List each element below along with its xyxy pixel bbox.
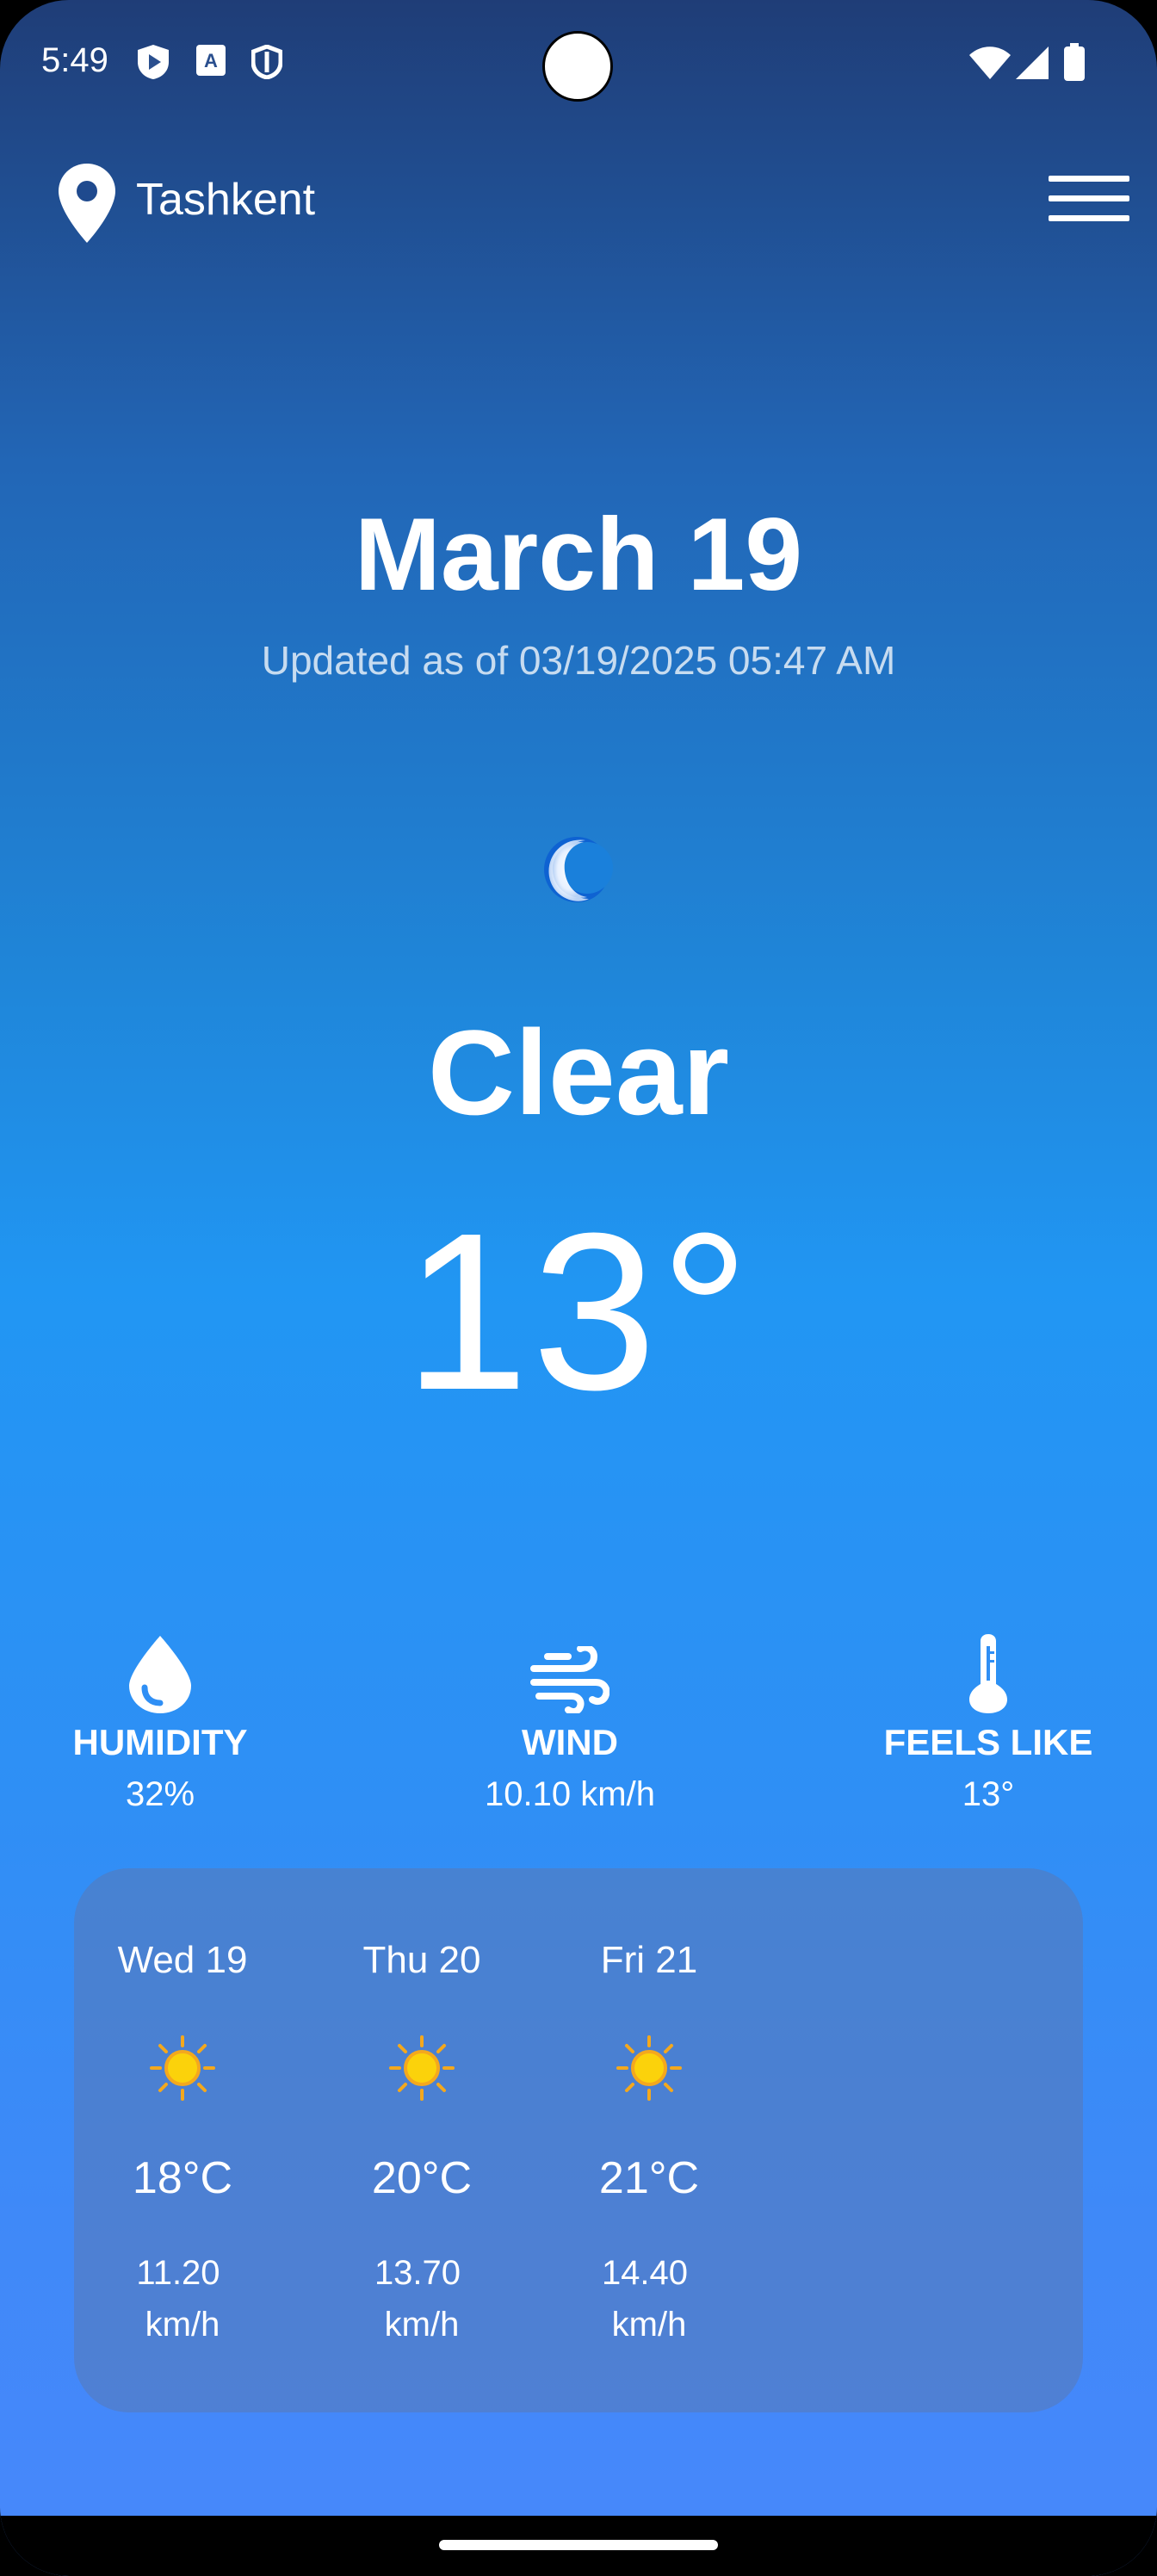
sun-icon bbox=[616, 2035, 682, 2101]
crescent-moon-icon bbox=[544, 837, 613, 902]
status-time: 5:49 bbox=[41, 41, 108, 79]
forecast-temp: 20°C bbox=[371, 2153, 473, 2203]
sun-icon bbox=[389, 2035, 455, 2101]
forecast-wind-value: 13.70 bbox=[374, 2254, 461, 2292]
forecast-wind-value: 11.20 bbox=[136, 2254, 220, 2292]
hamburger-menu-icon[interactable] bbox=[1049, 176, 1129, 226]
forecast-wind: 11.20 km/h bbox=[88, 2247, 277, 2350]
forecast-temp: 18°C bbox=[132, 2153, 233, 2203]
forecast-wind: 13.70 km/h bbox=[327, 2247, 517, 2350]
forecast-day-name: Thu 20 bbox=[362, 1939, 481, 1981]
forecast-wind-unit: km/h bbox=[611, 2306, 687, 2344]
weather-condition: Clear bbox=[427, 1005, 730, 1140]
updated-timestamp: Updated as of 03/19/2025 05:47 AM bbox=[261, 638, 896, 683]
humidity-metric: HUMIDITY 32% bbox=[31, 1632, 289, 1814]
wind-label: WIND bbox=[522, 1722, 618, 1762]
humidity-value: 32% bbox=[125, 1775, 195, 1813]
forecast-day-name: Fri 21 bbox=[600, 1939, 698, 1981]
thermometer-icon bbox=[969, 1634, 1007, 1713]
location-name[interactable]: Tashkent bbox=[136, 174, 315, 226]
signal-icon bbox=[1016, 46, 1049, 79]
forecast-wind-unit: km/h bbox=[145, 2306, 220, 2344]
feels-like-metric: FEELS LIKE 13° bbox=[859, 1632, 1117, 1814]
forecast-day-name: Wed 19 bbox=[117, 1939, 248, 1981]
play-protect-icon bbox=[138, 45, 169, 79]
wind-value: 10.10 km/h bbox=[485, 1775, 655, 1813]
wind-metric: WIND 10.10 km/h bbox=[441, 1632, 699, 1814]
wind-icon bbox=[530, 1646, 609, 1713]
home-indicator[interactable] bbox=[439, 2540, 718, 2550]
forecast-wind-value: 14.40 bbox=[601, 2254, 689, 2292]
humidity-label: HUMIDITY bbox=[72, 1722, 248, 1762]
water-drop-icon bbox=[129, 1636, 191, 1713]
feels-like-label: FEELS LIKE bbox=[883, 1722, 1093, 1762]
date-title: March 19 bbox=[354, 497, 803, 612]
battery-icon bbox=[1064, 43, 1085, 81]
svg-text:A: A bbox=[204, 50, 218, 71]
weather-screen: 5:49 A Tashkent March 19 Updated as of 0… bbox=[0, 0, 1157, 2576]
forecast-card[interactable]: Wed 19 18°C 11.20 km/h Thu 20 20°C 13.70… bbox=[74, 1868, 1083, 2412]
camera-cutout bbox=[542, 31, 613, 102]
location-pin-icon[interactable] bbox=[59, 164, 115, 243]
forecast-wind-unit: km/h bbox=[384, 2306, 460, 2344]
wifi-icon bbox=[969, 46, 1011, 79]
forecast-temp: 21°C bbox=[598, 2153, 700, 2203]
forecast-wind: 14.40 km/h bbox=[554, 2247, 744, 2350]
keyboard-a-icon: A bbox=[196, 45, 226, 76]
sun-icon bbox=[150, 2035, 215, 2101]
status-bar: 5:49 A bbox=[0, 0, 1157, 129]
current-temperature: 13° bbox=[404, 1187, 753, 1437]
shield-icon bbox=[251, 45, 282, 79]
feels-like-value: 13° bbox=[962, 1775, 1015, 1813]
